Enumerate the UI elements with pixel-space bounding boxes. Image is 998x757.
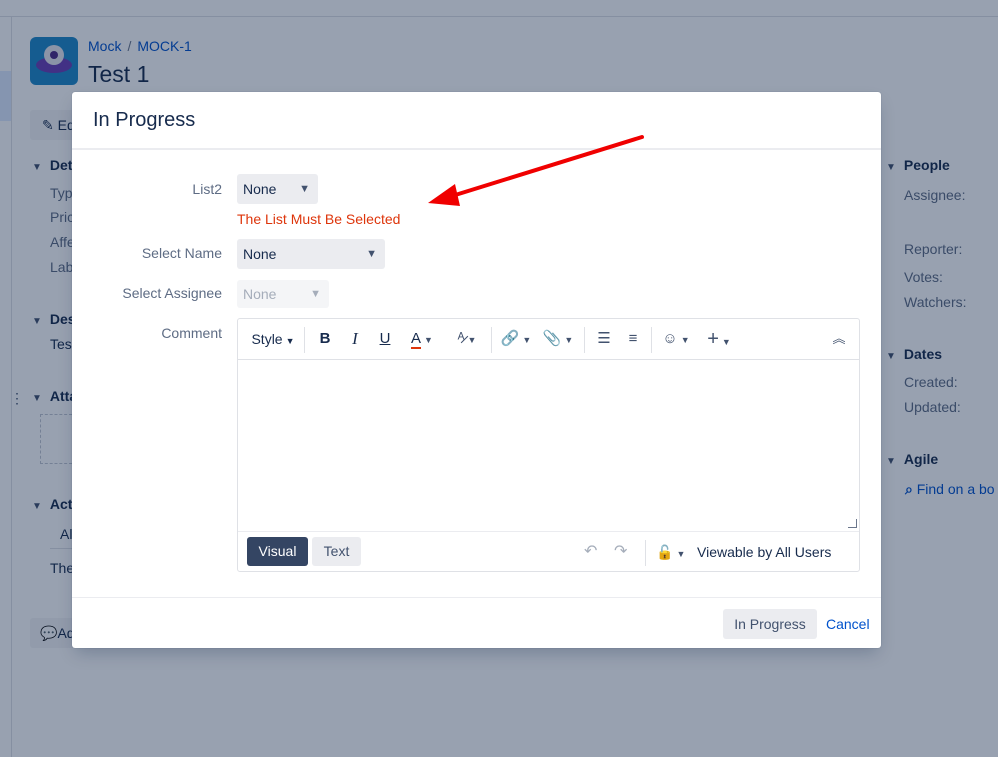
arrow-head: [428, 184, 460, 206]
arrow-shaft: [450, 135, 644, 198]
annotation-arrow: [428, 135, 644, 206]
